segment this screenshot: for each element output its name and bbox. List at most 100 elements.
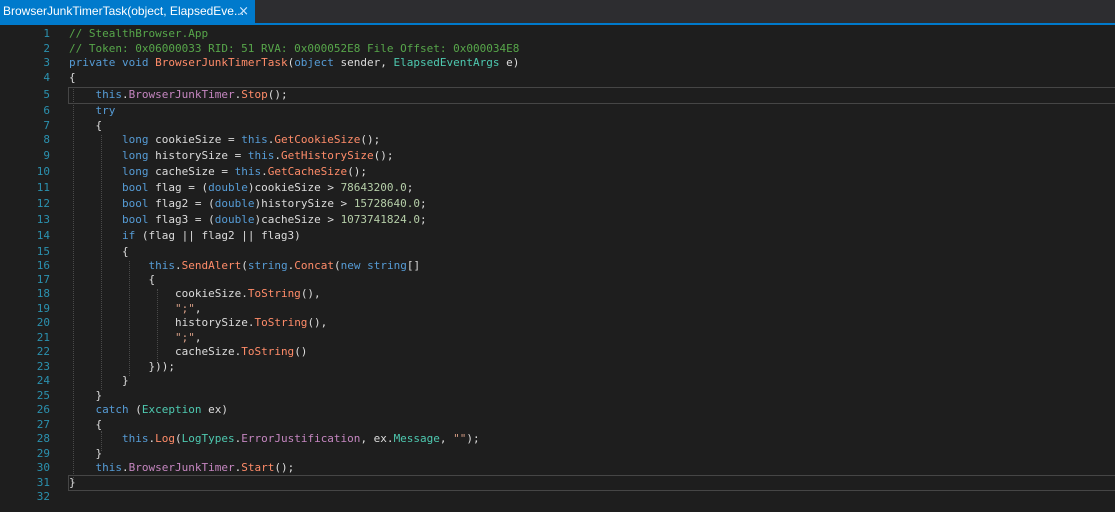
code-line: long cacheSize = this.GetCacheSize(); <box>69 165 367 180</box>
code-token: ( <box>241 258 248 272</box>
code-token: "" <box>453 432 467 445</box>
code-token: ); <box>466 432 480 445</box>
code-token: (); <box>360 133 381 146</box>
line-number: 17 <box>36 272 50 286</box>
code-line: })); <box>69 360 175 375</box>
code-token: [] <box>406 258 421 272</box>
code-token: sender, <box>333 56 394 69</box>
code-token: cacheSize = <box>148 164 235 178</box>
line-number: 21 <box>36 330 50 344</box>
code-line: long cookieSize = this.GetCookieSize(); <box>69 133 380 148</box>
code-token: } <box>95 446 103 460</box>
code-token: Start <box>241 461 275 474</box>
line-number: 25 <box>36 388 50 402</box>
code-token: , <box>439 432 454 445</box>
code-token: . <box>261 164 268 178</box>
code-token: { <box>95 118 103 132</box>
code-line: } <box>69 389 103 404</box>
code-token: )cacheSize > <box>254 212 341 226</box>
code-token: GetCookieSize <box>274 133 361 146</box>
code-token: BrowserJunkTimer <box>128 88 235 101</box>
code-token: , <box>194 330 202 344</box>
code-token: historySize. <box>174 316 255 329</box>
code-token: ToString <box>254 316 308 329</box>
line-number: 14 <box>36 228 50 242</box>
code-token: 78643200.0 <box>340 180 407 194</box>
line-number: 22 <box>36 345 50 358</box>
code-token: bool <box>121 180 149 194</box>
code-line: ";", <box>69 330 202 346</box>
code-token: LogTypes <box>181 432 235 445</box>
code-token: . <box>122 88 129 101</box>
code-token: , ex. <box>360 432 394 445</box>
code-token: bool <box>121 196 149 210</box>
code-line: ";", <box>69 301 202 317</box>
code-line: { <box>69 273 155 288</box>
code-token: { <box>148 272 156 286</box>
line-number: 7 <box>43 118 50 132</box>
code-token: (flag || flag2 || flag3) <box>135 228 301 242</box>
line-number: 3 <box>43 56 50 69</box>
line-number: 16 <box>36 258 50 272</box>
code-token: this <box>247 149 275 162</box>
code-token: (), <box>307 316 328 329</box>
code-token: double <box>214 196 255 210</box>
tab-title: BrowserJunkTimerTask(object, ElapsedEve.… <box>3 4 244 18</box>
code-token: string <box>247 258 288 272</box>
line-number: 24 <box>36 374 50 387</box>
code-token: ElapsedEventArgs <box>393 56 500 69</box>
code-line: // Token: 0x06000033 RID: 51 RVA: 0x0000… <box>69 42 519 57</box>
code-token: } <box>121 374 129 387</box>
code-token: if <box>121 228 136 242</box>
code-token: void <box>121 56 149 69</box>
code-token: SendAlert <box>181 258 242 272</box>
code-token: { <box>69 70 76 84</box>
line-number: 18 <box>36 287 50 300</box>
code-token: { <box>95 417 103 431</box>
code-token: this <box>234 164 262 178</box>
code-token: this <box>95 88 123 101</box>
line-number: 15 <box>36 244 50 258</box>
code-editor[interactable]: 1 2 3 4 5 6 7 8 9 10 11 12 13 14 15 16 1… <box>0 25 1115 512</box>
document-tab-bar: BrowserJunkTimerTask(object, ElapsedEve.… <box>0 0 1115 25</box>
code-token: flag2 = ( <box>148 196 215 210</box>
code-token: . <box>174 258 182 272</box>
line-number: 30 <box>36 461 50 474</box>
code-line: catch (Exception ex) <box>69 403 228 418</box>
line-number: 13 <box>36 212 50 226</box>
code-line: } <box>68 474 1115 491</box>
code-line: historySize.ToString(), <box>69 316 327 331</box>
code-line: this.BrowserJunkTimer.Start(); <box>69 461 295 476</box>
line-number: 6 <box>43 104 50 117</box>
code-token: )cookieSize > <box>247 180 341 194</box>
code-token: double <box>214 212 255 226</box>
code-token: ";" <box>174 330 195 344</box>
code-token: })); <box>148 359 175 373</box>
code-token: ";" <box>174 301 195 315</box>
code-token: long <box>121 133 149 146</box>
code-token: 15728640.0 <box>353 196 421 210</box>
code-token: GetHistorySize <box>280 149 374 162</box>
code-token: } <box>69 475 76 489</box>
code-line: // StealthBrowser.App <box>69 27 208 42</box>
code-token: (); <box>274 461 295 474</box>
line-number: 8 <box>43 133 50 146</box>
line-number: 19 <box>36 301 50 315</box>
code-token: this <box>121 432 149 445</box>
line-number: 23 <box>36 359 50 373</box>
code-token: ; <box>420 196 427 210</box>
code-token: GetCacheSize <box>267 164 348 178</box>
line-number: 31 <box>36 475 50 489</box>
code-token: long <box>121 149 149 162</box>
close-tab-icon[interactable]: × <box>238 0 249 23</box>
code-token: cacheSize. <box>174 345 242 358</box>
code-token: Concat <box>294 258 334 272</box>
code-token: private <box>69 56 116 69</box>
line-number: 29 <box>36 446 50 460</box>
code-token: new <box>340 258 361 272</box>
code-line: { <box>69 71 76 86</box>
code-token: flag = ( <box>148 180 209 194</box>
document-tab[interactable]: BrowserJunkTimerTask(object, ElapsedEve.… <box>0 0 255 23</box>
code-line: this.Log(LogTypes.ErrorJustification, ex… <box>69 432 480 447</box>
code-line: cacheSize.ToString() <box>69 345 307 360</box>
